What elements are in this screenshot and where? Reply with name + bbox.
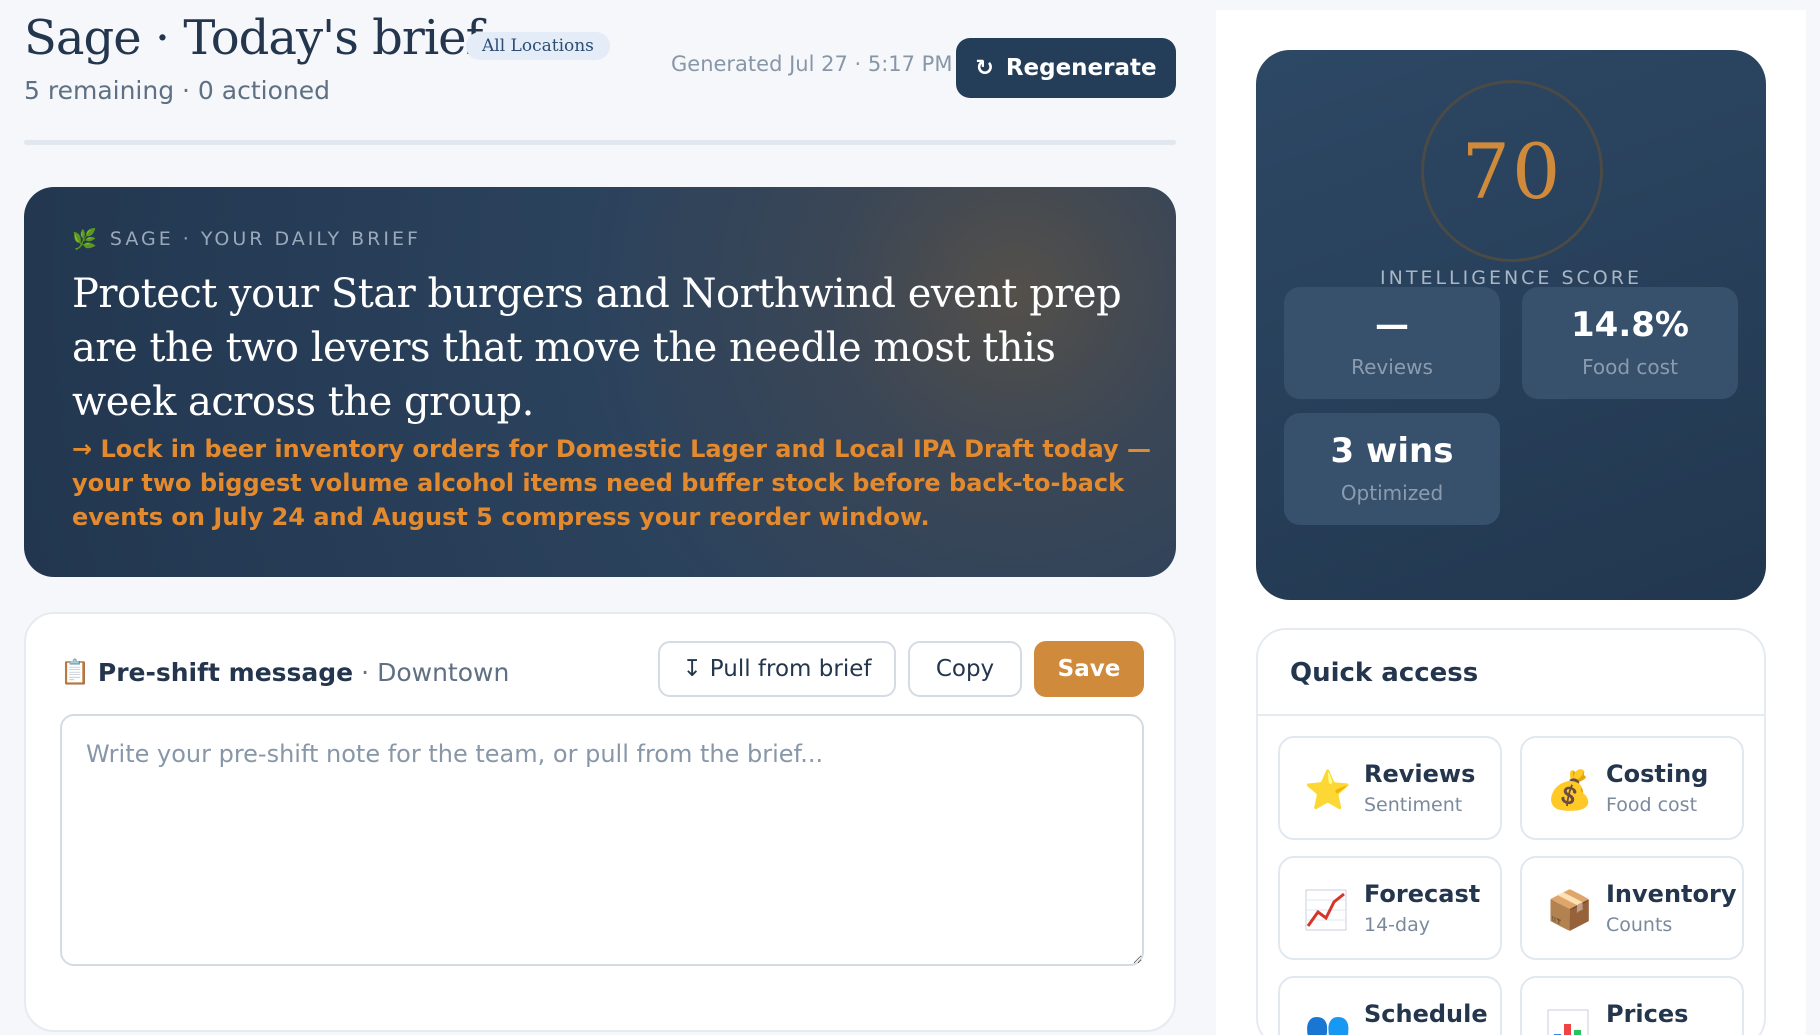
- brief-kicker: 🌿 SAGE · YOUR DAILY BRIEF: [72, 227, 421, 251]
- page-header: Sage · Today's brief All Locations Gener…: [24, 8, 1176, 98]
- score-label: INTELLIGENCE SCORE: [1380, 267, 1642, 289]
- pull-from-brief-button[interactable]: ↧ Pull from brief: [658, 641, 896, 697]
- stat-tile-reviews[interactable]: — Reviews: [1284, 287, 1500, 399]
- preshift-separator: ·: [361, 657, 370, 687]
- quick-access-reviews[interactable]: ⭐ Reviews Sentiment: [1278, 736, 1502, 840]
- quick-access-sub: Sentiment: [1364, 794, 1463, 816]
- quick-access-forecast[interactable]: Forecast 14-day: [1278, 856, 1502, 960]
- stat-value: 3 wins: [1330, 431, 1454, 471]
- brief-action-item[interactable]: → Lock in beer inventory orders for Dome…: [72, 432, 1152, 534]
- star-icon: ⭐: [1304, 768, 1352, 812]
- package-icon: 📦: [1546, 888, 1594, 932]
- quick-access-inventory[interactable]: 📦 Inventory Counts: [1520, 856, 1744, 960]
- regenerate-button[interactable]: ↻ Regenerate: [956, 38, 1176, 98]
- preshift-message-card: 📋 Pre-shift message · Downtown ↧ Pull fr…: [24, 612, 1176, 1032]
- quick-access-sub: 14-day: [1364, 914, 1430, 936]
- quick-access-prices[interactable]: Prices: [1520, 976, 1744, 1035]
- regenerate-label: Regenerate: [1005, 55, 1157, 81]
- quick-access-sub: Food cost: [1606, 794, 1698, 816]
- generated-timestamp: Generated Jul 27 · 5:17 PM: [671, 52, 953, 76]
- quick-access-name: Prices: [1606, 1000, 1689, 1028]
- daily-brief-card: 🌿 SAGE · YOUR DAILY BRIEF Protect your S…: [24, 187, 1176, 577]
- pull-down-icon: ↧: [682, 656, 702, 682]
- clipboard-icon: 📋: [60, 658, 90, 686]
- preshift-textarea[interactable]: [60, 714, 1144, 966]
- stat-tile-optimized[interactable]: 3 wins Optimized: [1284, 413, 1500, 525]
- intelligence-score-card: 70 INTELLIGENCE SCORE — Reviews 14.8% Fo…: [1256, 50, 1766, 600]
- quick-access-schedule[interactable]: 👥 Schedule: [1278, 976, 1502, 1035]
- stat-label: Optimized: [1340, 481, 1444, 505]
- stat-tile-food-cost[interactable]: 14.8% Food cost: [1522, 287, 1738, 399]
- trend-chart-icon: [1305, 889, 1347, 931]
- brief-kicker-label: SAGE · YOUR DAILY BRIEF: [109, 228, 421, 250]
- quick-access-card: Quick access ⭐ Reviews Sentiment 💰 Costi…: [1256, 628, 1766, 1035]
- refresh-icon: ↻: [975, 55, 994, 81]
- location-badge[interactable]: All Locations: [466, 32, 610, 60]
- pull-from-brief-label: Pull from brief: [709, 656, 872, 682]
- quick-access-name: Forecast: [1364, 880, 1481, 908]
- quick-access-name: Inventory: [1606, 880, 1737, 908]
- quick-access-title: Quick access: [1290, 658, 1479, 688]
- preshift-title: Pre-shift message: [97, 657, 354, 687]
- people-icon: 👥: [1304, 1008, 1352, 1035]
- copy-button[interactable]: Copy: [908, 641, 1022, 697]
- stat-value: 14.8%: [1571, 305, 1689, 345]
- quick-access-name: Schedule: [1364, 1000, 1488, 1028]
- save-button[interactable]: Save: [1034, 641, 1144, 697]
- stat-label: Reviews: [1351, 355, 1433, 379]
- preshift-location: Downtown: [377, 657, 510, 687]
- stat-label: Food cost: [1582, 355, 1678, 379]
- brief-status-subtitle: 5 remaining · 0 actioned: [24, 76, 330, 105]
- leaf-icon: 🌿: [72, 227, 100, 251]
- right-sidebar: 70 INTELLIGENCE SCORE — Reviews 14.8% Fo…: [1216, 10, 1806, 1035]
- stat-value: —: [1375, 305, 1409, 345]
- brief-headline: Protect your Star burgers and Northwind …: [72, 271, 1122, 425]
- score-value: 70: [1461, 126, 1563, 216]
- money-bag-icon: 💰: [1546, 768, 1594, 812]
- quick-access-name: Costing: [1606, 760, 1709, 788]
- page-title: Sage · Today's brief: [24, 10, 483, 66]
- quick-access-costing[interactable]: 💰 Costing Food cost: [1520, 736, 1744, 840]
- score-ring: 70: [1421, 80, 1603, 262]
- quick-access-name: Reviews: [1364, 760, 1476, 788]
- quick-access-divider: [1258, 714, 1764, 716]
- quick-access-sub: Counts: [1606, 914, 1673, 936]
- bar-chart-icon: [1547, 1009, 1589, 1035]
- preshift-header: 📋 Pre-shift message · Downtown: [60, 652, 509, 692]
- header-divider: [24, 140, 1176, 145]
